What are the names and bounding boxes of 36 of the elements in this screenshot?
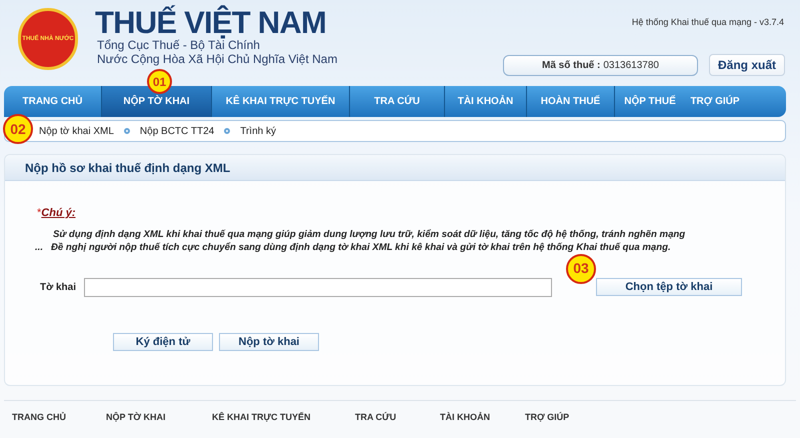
footer-link[interactable]: TRANG CHỦ (4, 411, 98, 424)
bullet-icon (224, 128, 230, 134)
step-marker: 03 (566, 254, 596, 284)
subnav-link[interactable]: Nộp tờ khai XML (39, 124, 114, 138)
note-label: Chú ý: (41, 206, 76, 221)
panel-title: Nộp hồ sơ khai thuế định dạng XML (25, 160, 230, 176)
action-button[interactable]: Nộp tờ khai (219, 332, 319, 350)
footer-link[interactable]: TRỢ GIÚP (517, 411, 587, 424)
required-mark: * (37, 206, 42, 221)
note-text: Sử dụng định dạng XML khi khai thuế qua mạng giúp giảm dung lượng lưu trữ, kiểm soát dữ liệu, tăng tốc độ hệ thống, tránh nghẽn mạng (53, 228, 686, 240)
subnav-link[interactable]: Trình ký (240, 124, 276, 138)
bullet-icon (124, 128, 130, 134)
nav-tab[interactable]: HOÀN THUẾ (527, 86, 615, 117)
file-path-field[interactable] (84, 278, 552, 296)
note-text: ... Đề nghị người nộp thuế tích cực chuyển sang dùng định dạng tờ khai XML khi kê khai và gửi tờ khai trên hệ thống Khai thuế qua mạng. (35, 240, 672, 254)
footer-link[interactable]: TRA CỨU (347, 411, 432, 424)
site-subtitle: Nước Cộng Hòa Xã Hội Chủ Nghĩa Việt Nam (97, 52, 338, 66)
footer-link[interactable]: KÊ KHAI TRỰC TUYẾN (204, 411, 347, 424)
nav-tab[interactable]: KÊ KHAI TRỰC TUYẾN (212, 86, 350, 117)
nav-tab[interactable]: NỘP THUẾ (615, 86, 685, 117)
version-text: Hệ thống Khai thuế qua mạng - v3.7.4 (632, 16, 784, 29)
subnav-link[interactable]: Nộp BCTC TT24 (140, 124, 214, 138)
choose-file-button[interactable]: Chọn tệp tờ khai (596, 278, 742, 296)
site-subtitle: Tổng Cục Thuế - Bộ Tài Chính (97, 38, 261, 52)
nav-tab[interactable]: NỘP TỜ KHAI (102, 86, 212, 117)
nav-tab[interactable]: TRỢ GIÚP (685, 86, 745, 117)
logout-button[interactable]: Đăng xuất (709, 54, 785, 76)
nav-tab[interactable]: TRA CỨU (350, 86, 445, 117)
footer-link[interactable]: TÀI KHOẢN (432, 411, 517, 424)
tax-code-display: Mã số thuế : 0313613780 (503, 55, 698, 76)
step-marker: 02 (3, 114, 33, 144)
step-marker: 01 (147, 69, 172, 94)
nav-tab[interactable]: TÀI KHOẢN (445, 86, 527, 117)
footer-link[interactable]: NỘP TỜ KHAI (98, 411, 204, 424)
action-button[interactable]: Ký điện tử (113, 332, 213, 350)
field-label: Tờ khai (40, 280, 78, 294)
